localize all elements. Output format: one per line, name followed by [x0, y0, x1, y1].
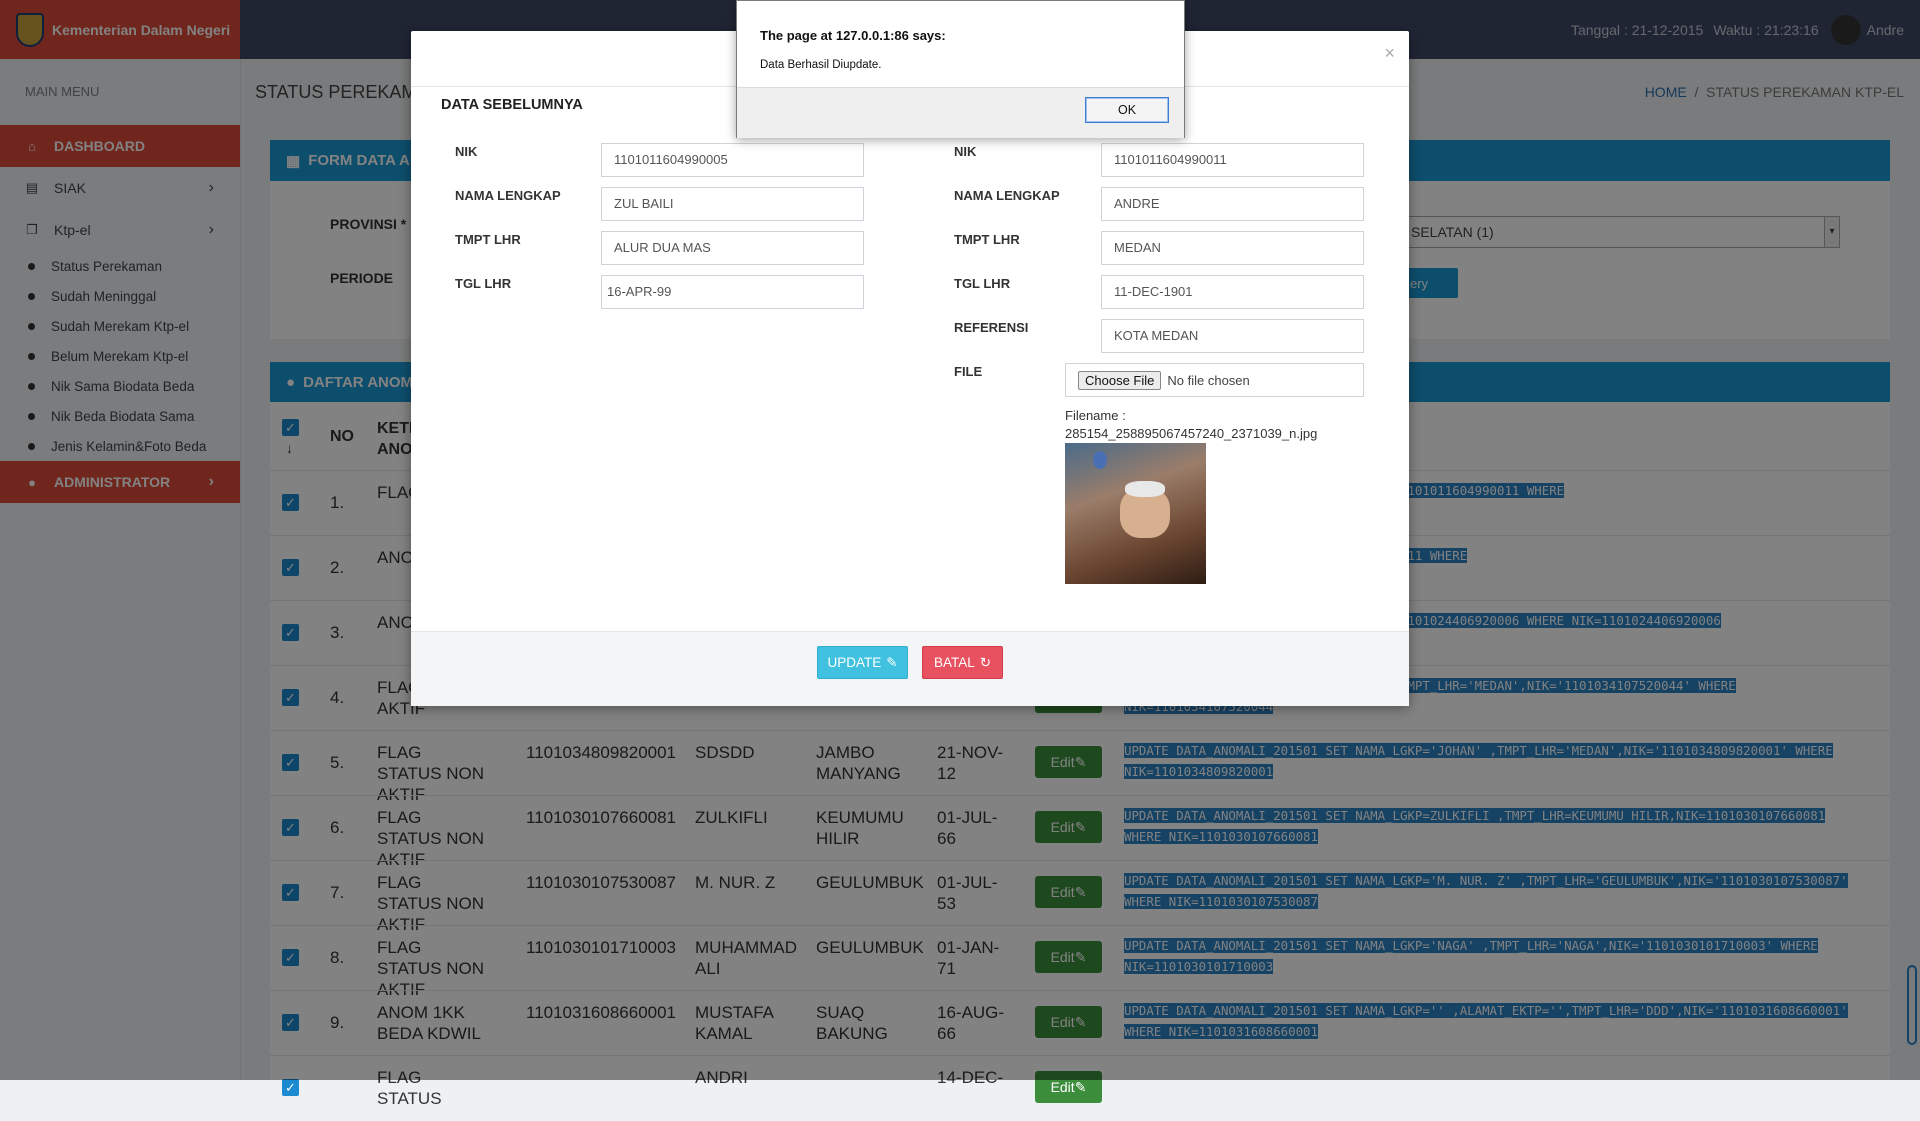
- cancel-button[interactable]: BATAL ↻: [922, 646, 1003, 679]
- left-nama-label: NAMA LENGKAP: [455, 188, 561, 203]
- filename-label: Filename :: [1065, 408, 1126, 423]
- right-file-label: FILE: [954, 364, 983, 379]
- row-checkbox[interactable]: ✓: [282, 1079, 299, 1096]
- close-icon[interactable]: ×: [1384, 43, 1395, 64]
- pencil-icon: ✎: [1074, 1078, 1087, 1095]
- edit-button-label: Edit: [1050, 1079, 1075, 1095]
- left-tgl-label: TGL LHR: [455, 276, 512, 291]
- right-nama-field[interactable]: ANDRE: [1101, 187, 1364, 221]
- left-nik-field[interactable]: 1101011604990005: [601, 143, 864, 177]
- left-nik-label: NIK: [455, 144, 478, 159]
- right-referensi-label: REFERENSI: [954, 320, 1029, 335]
- pencil-icon: ✎: [886, 654, 898, 670]
- alert-message: Data Berhasil Diupdate.: [760, 59, 882, 71]
- modal-footer: [411, 631, 1409, 706]
- left-tmpt-label: TMPT LHR: [455, 232, 521, 247]
- right-tmpt-field[interactable]: MEDAN: [1101, 231, 1364, 265]
- right-nik-label: NIK: [954, 144, 977, 159]
- filename-block: Filename : 285154_258895067457240_237103…: [1065, 407, 1317, 443]
- right-tgl-field[interactable]: 11-DEC-1901: [1101, 275, 1364, 309]
- photo-thumbnail: [1065, 443, 1206, 584]
- update-button[interactable]: UPDATE ✎: [817, 646, 908, 679]
- update-button-label: UPDATE: [827, 655, 882, 670]
- alert-dialog: The page at 127.0.0.1:86 says: Data Berh…: [736, 0, 1185, 138]
- filename-value: 285154_258895067457240_2371039_n.jpg: [1065, 426, 1318, 441]
- right-nik-field[interactable]: 1101011604990011: [1101, 143, 1364, 177]
- choose-file-button[interactable]: Choose File: [1078, 370, 1162, 390]
- right-nama-label: NAMA LENGKAP: [954, 188, 1060, 203]
- left-tmpt-field[interactable]: ALUR DUA MAS: [601, 231, 864, 265]
- file-status: No file chosen: [1167, 372, 1250, 388]
- cancel-button-label: BATAL: [933, 655, 975, 670]
- right-tgl-label: TGL LHR: [954, 276, 1011, 291]
- right-tmpt-label: TMPT LHR: [954, 232, 1020, 247]
- right-referensi-field[interactable]: KOTA MEDAN: [1101, 319, 1364, 353]
- balloon-shape: [1093, 451, 1107, 469]
- refresh-icon: ↻: [979, 654, 992, 670]
- hair-shape: [1125, 481, 1165, 497]
- ok-button[interactable]: OK: [1085, 97, 1169, 123]
- alert-title: The page at 127.0.0.1:86 says:: [760, 28, 946, 43]
- file-input[interactable]: Choose File No file chosen: [1065, 363, 1364, 397]
- section-title: DATA SEBELUMNYA: [441, 97, 583, 113]
- left-tgl-field[interactable]: 16-APR-99: [601, 275, 864, 309]
- left-nama-field[interactable]: ZUL BAILI: [601, 187, 864, 221]
